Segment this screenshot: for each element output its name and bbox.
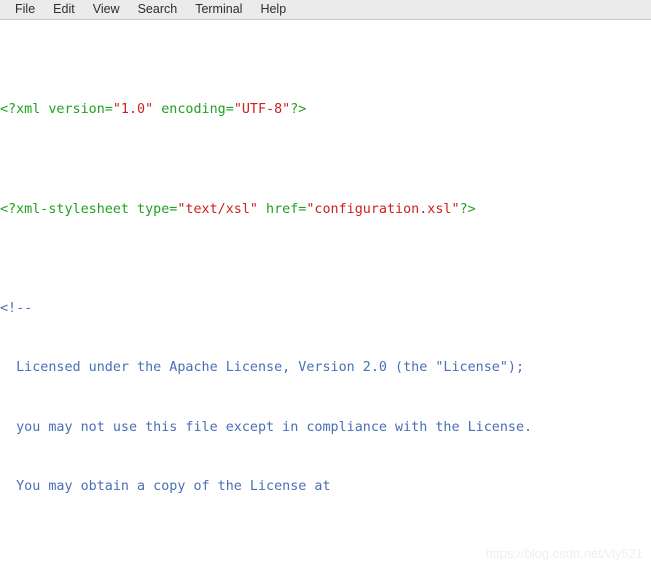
terminal-viewport[interactable]: <?xml version="1.0" encoding="UTF-8"?> <… <box>0 20 651 567</box>
menu-item-search[interactable]: Search <box>129 0 187 19</box>
menu-item-help[interactable]: Help <box>251 0 295 19</box>
menu-item-file[interactable]: File <box>6 0 44 19</box>
code-line: <?xml-stylesheet type="text/xsl" href="c… <box>0 200 651 220</box>
xml-stylesheet-open: <?xml-stylesheet type= <box>0 201 178 217</box>
xml-stylesheet-href-value: "configuration.xsl" <box>306 201 460 217</box>
code-line: Licensed under the Apache License, Versi… <box>0 358 651 378</box>
xml-stylesheet-close: ?> <box>459 201 476 217</box>
license-text-line: Licensed under the Apache License, Versi… <box>0 360 525 376</box>
menu-item-terminal[interactable]: Terminal <box>186 0 251 19</box>
code-line: You may obtain a copy of the License at <box>0 477 651 497</box>
menu-item-view[interactable]: View <box>84 0 129 19</box>
comment-open: <!-- <box>0 300 33 316</box>
xml-stylesheet-href-key: href= <box>258 201 307 217</box>
xml-encoding-value: "UTF-8" <box>233 102 291 118</box>
menu-bar: File Edit View Search Terminal Help <box>0 0 651 20</box>
watermark-text: https://blog.csdn.net/vly521 <box>485 546 643 561</box>
xml-declaration-close: ?> <box>290 102 307 118</box>
code-line: <!-- <box>0 299 651 319</box>
xml-encoding-key: encoding= <box>153 102 234 118</box>
xml-version-value: "1.0" <box>112 102 154 118</box>
xml-stylesheet-type-value: "text/xsl" <box>177 201 258 217</box>
license-text-line: You may obtain a copy of the License at <box>0 479 331 495</box>
xml-declaration-open: <?xml version= <box>0 102 113 118</box>
code-line: you may not use this file except in comp… <box>0 418 651 438</box>
menu-item-edit[interactable]: Edit <box>44 0 84 19</box>
license-text-line: you may not use this file except in comp… <box>0 419 533 435</box>
editor-buffer[interactable]: <?xml version="1.0" encoding="UTF-8"?> <… <box>0 21 651 567</box>
code-line: <?xml version="1.0" encoding="UTF-8"?> <box>0 100 651 120</box>
